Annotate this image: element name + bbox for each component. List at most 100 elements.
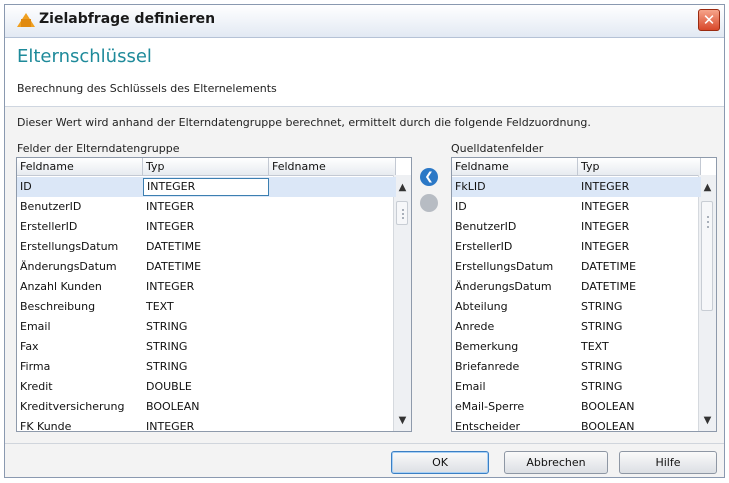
- table-row[interactable]: FkLID INTEGER: [452, 177, 701, 197]
- cell-fieldname: ÄnderungsDatum: [455, 280, 552, 293]
- table-row[interactable]: Fax STRING: [17, 337, 396, 357]
- scroll-down-icon[interactable]: ▼: [394, 412, 411, 429]
- cell-fieldname: Fax: [20, 340, 39, 353]
- column-header-fieldname[interactable]: Feldname: [17, 158, 143, 175]
- scroll-thumb[interactable]: [701, 201, 713, 311]
- cell-mapped-fieldname: [269, 417, 396, 431]
- close-icon: ✕: [702, 11, 716, 29]
- table-row[interactable]: ID INTEGER: [452, 197, 701, 217]
- table-row[interactable]: FK Kunde INTEGER: [17, 417, 396, 432]
- table-row[interactable]: eMail-Sperre BOOLEAN: [452, 397, 701, 417]
- cell-fieldname: Kredit: [20, 380, 53, 393]
- cell-fieldname: Firma: [20, 360, 51, 373]
- cell-type[interactable]: INTEGER: [143, 277, 269, 297]
- cell-type[interactable]: INTEGER: [143, 178, 269, 196]
- cell-type[interactable]: STRING: [143, 357, 269, 377]
- cell-type[interactable]: INTEGER: [143, 197, 269, 217]
- cancel-button[interactable]: Abbrechen: [504, 451, 608, 474]
- cell-fieldname: ErstellungsDatum: [20, 240, 119, 253]
- table-row[interactable]: Email STRING: [17, 317, 396, 337]
- cell-fieldname: BenutzerID: [20, 200, 82, 213]
- cell-type[interactable]: DATETIME: [143, 257, 269, 277]
- parent-fields-grid[interactable]: Feldname Typ Feldname ▲ ▼ ID INTEGER Benut…: [16, 157, 412, 432]
- cell-fieldname: Anzahl Kunden: [20, 280, 102, 293]
- cell-type: DATETIME: [581, 260, 637, 273]
- cell-fieldname: Kreditversicherung: [20, 400, 125, 413]
- table-row[interactable]: ErstellungsDatum DATETIME: [452, 257, 701, 277]
- cell-fieldname: Briefanrede: [455, 360, 520, 373]
- cell-fieldname: Beschreibung: [20, 300, 96, 313]
- cell-fieldname: Anrede: [455, 320, 495, 333]
- close-button[interactable]: ✕: [698, 9, 720, 31]
- wizard-header: Elternschlüssel Berechnung des Schlüssel…: [5, 38, 724, 107]
- cell-fieldname: eMail-Sperre: [455, 400, 525, 413]
- cell-fieldname: Email: [455, 380, 486, 393]
- cell-type: STRING: [581, 360, 623, 373]
- description-text: Dieser Wert wird anhand der Elterndateng…: [17, 116, 591, 129]
- source-fields-grid[interactable]: Feldname Typ ▲ ▼ FkLID INTEGER ID INTEGER Be…: [451, 157, 717, 432]
- cell-mapped-fieldname: [269, 177, 396, 197]
- cell-fieldname: FK Kunde: [20, 420, 72, 432]
- table-row[interactable]: Abteilung STRING: [452, 297, 701, 317]
- cell-type[interactable]: INTEGER: [143, 217, 269, 237]
- table-row[interactable]: Kredit DOUBLE: [17, 377, 396, 397]
- cell-fieldname: ErstellerID: [20, 220, 78, 233]
- scroll-up-icon[interactable]: ▲: [394, 179, 411, 196]
- app-icon: [17, 13, 35, 27]
- table-row[interactable]: ErstellerID INTEGER: [17, 217, 396, 237]
- cell-fieldname: Abteilung: [455, 300, 508, 313]
- table-row[interactable]: Anrede STRING: [452, 317, 701, 337]
- cell-fieldname: ID: [455, 200, 467, 213]
- cell-type[interactable]: DATETIME: [143, 237, 269, 257]
- table-row[interactable]: Anzahl Kunden INTEGER: [17, 277, 396, 297]
- table-row[interactable]: Briefanrede STRING: [452, 357, 701, 377]
- cell-type[interactable]: TEXT: [143, 297, 269, 317]
- table-row[interactable]: Kreditversicherung BOOLEAN: [17, 397, 396, 417]
- table-row[interactable]: Firma STRING: [17, 357, 396, 377]
- scroll-down-icon[interactable]: ▼: [699, 412, 716, 429]
- cell-type: TEXT: [581, 340, 609, 353]
- table-row[interactable]: ErstellerID INTEGER: [452, 237, 701, 257]
- grip-icon: [707, 221, 709, 223]
- page-title: Elternschlüssel: [17, 46, 152, 67]
- column-header-fieldname[interactable]: Feldname: [452, 158, 578, 175]
- scroll-thumb[interactable]: [396, 201, 408, 225]
- table-row[interactable]: ErstellungsDatum DATETIME: [17, 237, 396, 257]
- table-row[interactable]: ÄnderungsDatum DATETIME: [452, 277, 701, 297]
- cell-fieldname: Bemerkung: [455, 340, 519, 353]
- table-row[interactable]: Entscheider BOOLEAN: [452, 417, 701, 432]
- cell-type: STRING: [581, 300, 623, 313]
- table-row[interactable]: Bemerkung TEXT: [452, 337, 701, 357]
- help-button[interactable]: Hilfe: [619, 451, 717, 474]
- table-row[interactable]: BenutzerID INTEGER: [17, 197, 396, 217]
- cell-mapped-fieldname: [269, 257, 396, 277]
- grip-icon: [402, 209, 404, 211]
- column-header-type[interactable]: Typ: [143, 158, 269, 175]
- page-subtitle: Berechnung des Schlüssels des Elternelem…: [17, 82, 277, 95]
- table-row[interactable]: ID INTEGER: [17, 177, 396, 197]
- title-bar: Zielabfrage definieren ✕: [5, 5, 724, 38]
- cell-type[interactable]: BOOLEAN: [143, 397, 269, 417]
- scroll-up-icon[interactable]: ▲: [699, 179, 716, 196]
- ok-button[interactable]: OK: [391, 451, 489, 474]
- cell-type[interactable]: STRING: [143, 317, 269, 337]
- table-row[interactable]: Beschreibung TEXT: [17, 297, 396, 317]
- remove-mapping-button[interactable]: [420, 194, 438, 212]
- table-row[interactable]: ÄnderungsDatum DATETIME: [17, 257, 396, 277]
- dialog-window: Zielabfrage definieren ✕ Elternschlüssel…: [4, 4, 725, 478]
- footer-divider: [5, 443, 724, 444]
- column-header-mapped-fieldname[interactable]: Feldname: [269, 158, 396, 175]
- cell-type: INTEGER: [581, 240, 630, 253]
- cell-type[interactable]: STRING: [143, 337, 269, 357]
- table-row[interactable]: BenutzerID INTEGER: [452, 217, 701, 237]
- assign-button[interactable]: ❮: [420, 168, 438, 186]
- table-row[interactable]: Email STRING: [452, 377, 701, 397]
- cell-type[interactable]: INTEGER: [143, 417, 269, 431]
- grip-icon: [402, 213, 404, 215]
- cell-fieldname: FkLID: [455, 180, 486, 193]
- cell-type[interactable]: DOUBLE: [143, 377, 269, 397]
- cell-type: INTEGER: [581, 200, 630, 213]
- column-header-type[interactable]: Typ: [578, 158, 701, 175]
- cell-type: BOOLEAN: [581, 420, 635, 432]
- cell-type: BOOLEAN: [581, 400, 635, 413]
